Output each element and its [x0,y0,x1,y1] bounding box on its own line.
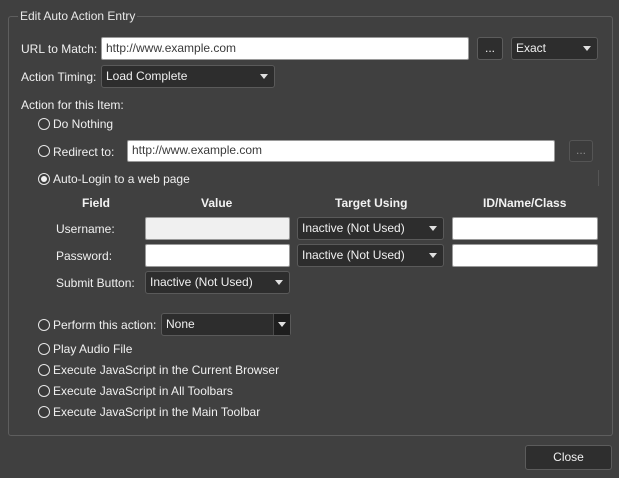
header-field: Field [82,196,111,210]
header-id-name-class: ID/Name/Class [483,196,567,210]
edit-auto-action-dialog: Edit Auto Action Entry URL to Match: htt… [0,0,619,478]
submit-button-label: Submit Button: [56,276,135,290]
action-timing-value: Load Complete [106,69,188,83]
js-all-toolbars-radio[interactable] [38,385,50,397]
header-target-using: Target Using [335,196,408,210]
match-mode-select[interactable]: Exact [511,37,598,60]
perform-action-radio[interactable] [38,319,50,331]
chevron-down-icon [260,74,268,79]
action-section-label: Action for this Item: [21,98,124,112]
js-main-toolbar-label[interactable]: Execute JavaScript in the Main Toolbar [53,404,260,420]
action-timing-label: Action Timing: [21,70,97,84]
close-button[interactable]: Close [525,445,612,470]
do-nothing-label[interactable]: Do Nothing [53,116,113,132]
password-target-select[interactable]: Inactive (Not Used) [297,244,444,267]
js-main-toolbar-radio[interactable] [38,406,50,418]
perform-action-select[interactable]: None [161,313,291,336]
url-browse-button[interactable]: ... [477,37,503,60]
password-target-value: Inactive (Not Used) [302,248,405,262]
redirect-url-input[interactable]: http://www.example.com [127,140,555,162]
redirect-browse-button[interactable]: ... [569,140,593,162]
username-target-value: Inactive (Not Used) [302,221,405,235]
chevron-down-icon [275,280,283,285]
username-label: Username: [56,222,115,236]
js-current-browser-label[interactable]: Execute JavaScript in the Current Browse… [53,362,279,378]
username-target-select[interactable]: Inactive (Not Used) [297,217,444,240]
chevron-down-icon [583,46,591,51]
header-value: Value [201,196,233,210]
action-timing-select[interactable]: Load Complete [101,65,275,88]
chevron-down-icon [429,226,437,231]
submit-button-select[interactable]: Inactive (Not Used) [145,271,290,294]
submit-button-value: Inactive (Not Used) [150,275,253,289]
redirect-radio[interactable] [38,145,50,157]
username-value-input[interactable] [145,217,290,240]
perform-action-value: None [166,317,195,331]
group-title: Edit Auto Action Entry [18,9,138,23]
username-id-input[interactable] [452,217,598,240]
chevron-down-icon [278,322,286,327]
js-current-browser-radio[interactable] [38,364,50,376]
play-audio-label[interactable]: Play Audio File [53,341,132,357]
password-value-input[interactable] [145,244,290,267]
do-nothing-radio[interactable] [38,118,50,130]
password-id-input[interactable] [452,244,598,267]
url-to-match-label: URL to Match: [21,42,98,56]
js-all-toolbars-label[interactable]: Execute JavaScript in All Toolbars [53,383,233,399]
chevron-down-icon [429,253,437,258]
url-to-match-input[interactable]: http://www.example.com [101,37,469,60]
password-label: Password: [56,249,113,263]
match-mode-value: Exact [516,41,547,55]
auto-login-separator [168,170,599,186]
play-audio-radio[interactable] [38,343,50,355]
auto-login-radio[interactable] [38,173,50,185]
redirect-label[interactable]: Redirect to: [53,144,114,160]
perform-action-label[interactable]: Perform this action: [53,317,156,333]
